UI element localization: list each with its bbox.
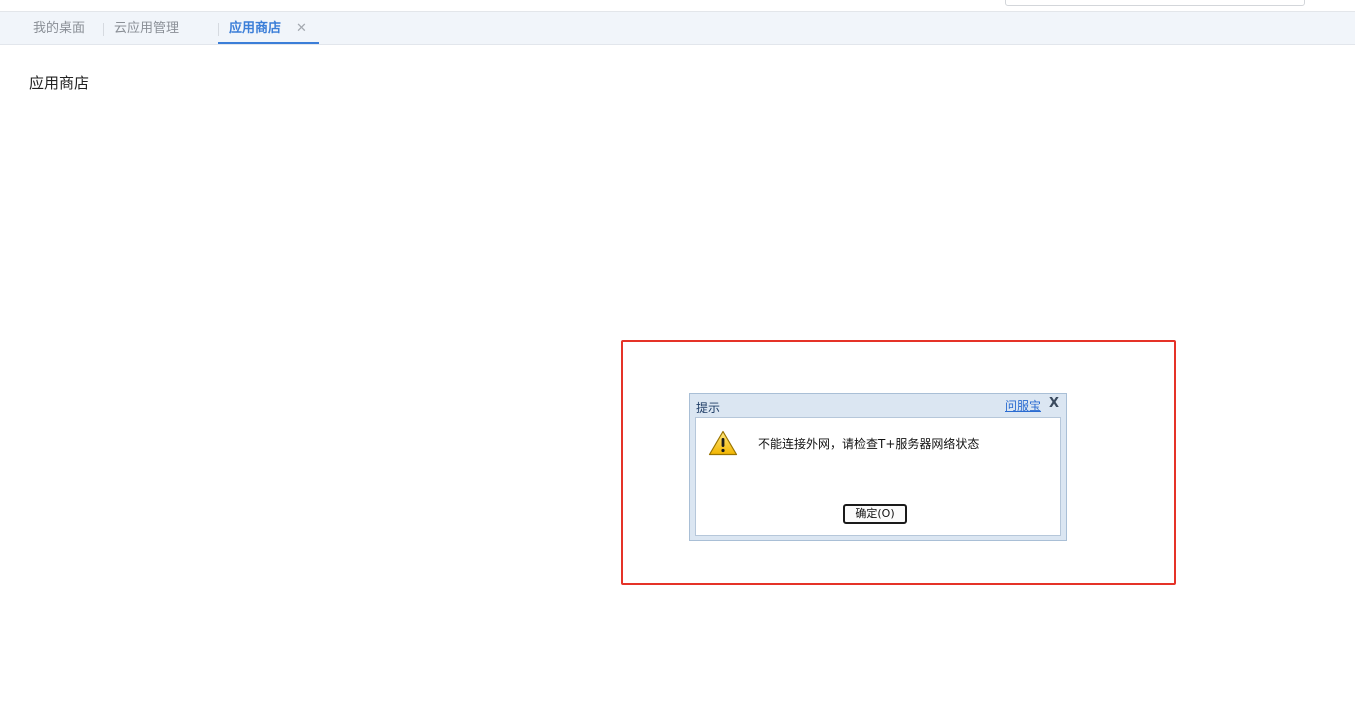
top-bar <box>0 0 1355 12</box>
dialog-message: 不能连接外网，请检查T+服务器网络状态 <box>758 437 980 451</box>
ok-button[interactable]: 确定(O) <box>843 504 907 524</box>
alert-dialog: 提示 问服宝 X 不能连接外网，请检查T+服务器网络状态 确定(O) <box>689 393 1067 541</box>
dialog-help-link[interactable]: 问服宝 <box>1005 397 1041 414</box>
tab-separator <box>103 23 104 36</box>
dialog-title: 提示 <box>696 401 721 415</box>
tab-my-desktop[interactable]: 我的桌面 <box>33 12 85 44</box>
tab-close-icon[interactable]: ✕ <box>296 22 307 36</box>
tab-bar: 我的桌面 云应用管理 应用商店 ✕ <box>0 12 1355 45</box>
dialog-body: 不能连接外网，请检查T+服务器网络状态 确定(O) <box>695 417 1061 536</box>
page-title: 应用商店 <box>29 74 90 92</box>
search-box[interactable] <box>1005 0 1305 6</box>
warning-icon <box>708 430 738 456</box>
dialog-close-icon[interactable]: X <box>1047 397 1061 411</box>
tab-cloud-app-management[interactable]: 云应用管理 <box>114 12 179 44</box>
